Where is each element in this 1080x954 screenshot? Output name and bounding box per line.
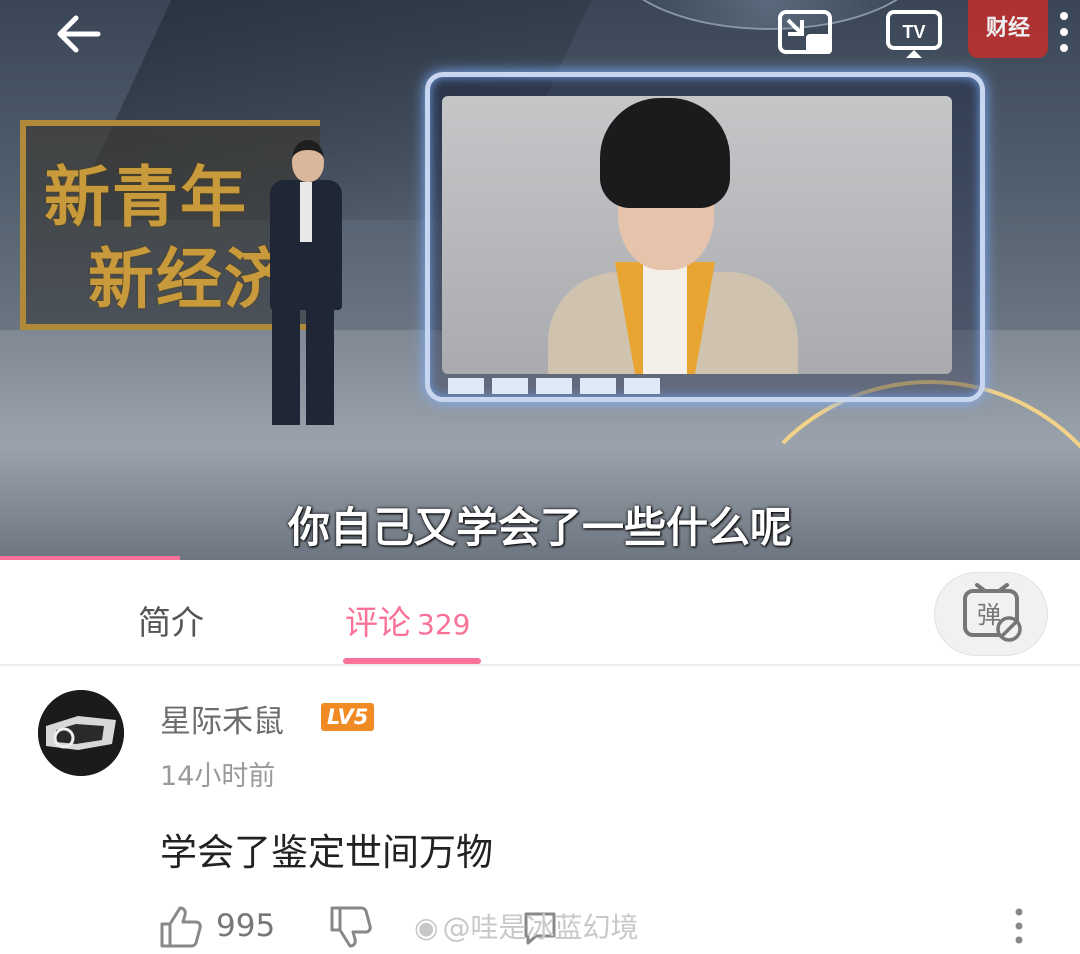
more-vertical-icon [1060,12,1068,52]
more-vertical-icon [1015,908,1023,944]
weibo-logo-icon: ◉ [414,911,439,944]
tab-intro[interactable]: 简介 [138,596,204,644]
level-badge: LV5 [321,703,375,731]
like-count: 995 [216,908,276,944]
pip-button[interactable] [776,8,836,60]
thumb-up-icon [160,906,202,948]
comment-more-button[interactable] [1008,906,1030,946]
tab-comments-label: 评论 [345,603,411,642]
video-player[interactable]: 新青年 新经济 你自己又学会了一些什么呢 TV 财经 [0,0,1080,560]
svg-text:TV: TV [902,22,925,42]
guest-hair [600,98,730,208]
video-subtitle: 你自己又学会了一些什么呢 [287,503,792,552]
frame-decoration [448,378,668,394]
danmaku-toggle-button[interactable]: 弹 [934,572,1048,656]
news-anchor [262,140,348,440]
cast-tv-icon: TV [886,10,942,58]
like-button[interactable] [158,904,204,950]
comment-username[interactable]: 星际禾鼠 [160,696,284,741]
pip-icon [778,10,832,54]
tab-comments[interactable]: 评论 329 [345,596,470,644]
back-button[interactable] [50,10,106,58]
watermark-text: @哇是冰蓝幻境 [442,911,639,944]
tab-bar: 简介 评论 329 [0,560,1080,666]
more-options-button[interactable] [1054,6,1074,58]
danmaku-toggle-icon: 弹 [963,583,1022,642]
watermark: ◉ @哇是冰蓝幻境 [414,906,638,946]
tab-comments-count: 329 [417,608,471,641]
back-arrow-icon [57,15,101,53]
comment-text: 学会了鉴定世间万物 [160,831,493,874]
channel-logo: 财经 [968,0,1048,58]
dislike-button[interactable] [328,904,374,950]
comment-timestamp: 14小时前 [160,761,276,792]
cast-tv-button[interactable]: TV [884,8,944,60]
studio-globe [610,0,930,30]
thumb-down-icon [330,906,372,948]
active-tab-indicator [343,658,481,664]
avatar[interactable] [38,690,124,776]
